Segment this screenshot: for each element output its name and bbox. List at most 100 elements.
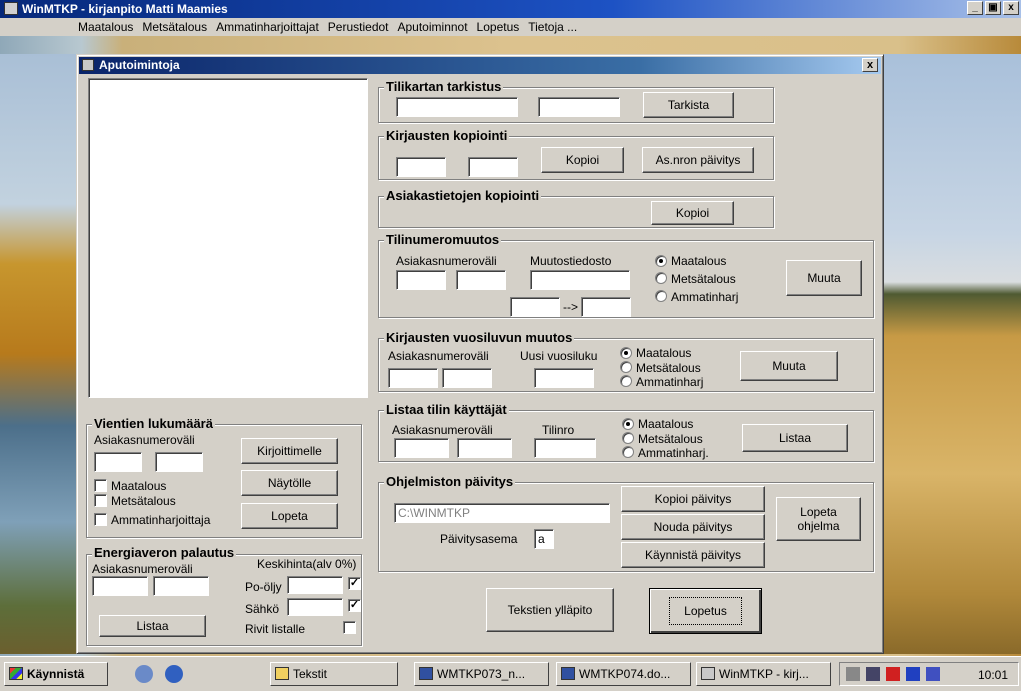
tilinumero-radio-maatalous-label: Maatalous xyxy=(671,254,727,268)
taskbar-item-winmtkp[interactable]: WinMTKP - kirj... xyxy=(696,662,831,686)
language-icon[interactable] xyxy=(906,667,920,681)
output-listbox[interactable] xyxy=(88,78,368,398)
listaa-range-to[interactable] xyxy=(457,438,512,458)
listaa-radio-metsatalous[interactable] xyxy=(622,432,634,444)
taskbar-item-wmtkp074[interactable]: WMTKP074.do... xyxy=(556,662,691,686)
muutostiedosto-label: Muutostiedosto xyxy=(530,254,612,268)
vientien-lopeta-button[interactable]: Lopeta xyxy=(241,503,338,529)
poljy-field[interactable] xyxy=(287,576,343,594)
vuosiluku-radio-metsatalous-label: Metsätalous xyxy=(636,361,701,375)
vuosiluku-radio-metsatalous[interactable] xyxy=(620,361,632,373)
tilikartta-field-2[interactable] xyxy=(538,97,620,117)
tilinumero-range-label: Asiakasnumeroväli xyxy=(396,254,497,268)
paivitys-legend: Ohjelmiston päivitys xyxy=(384,474,516,489)
antivirus-icon[interactable] xyxy=(886,667,900,681)
paivitys-path-field[interactable]: C:\WINMTKP xyxy=(394,503,610,523)
kirjaukset-kopioi-button[interactable]: Kopioi xyxy=(541,147,624,173)
quicklaunch-media-icon[interactable] xyxy=(165,665,183,683)
vuosiluku-radio-ammatinharj[interactable] xyxy=(620,375,632,387)
sahko-label: Sähkö xyxy=(245,602,280,616)
asnro-paivitys-button[interactable]: As.nron päivitys xyxy=(642,147,754,173)
taskbar-item-wmtkp073[interactable]: WMTKP073_n... xyxy=(414,662,549,686)
energia-listaa-button[interactable]: Listaa xyxy=(99,615,206,637)
taskbar: Käynnistä Tekstit WMTKP073_n... WMTKP074… xyxy=(0,656,1021,691)
naytolle-button[interactable]: Näytölle xyxy=(241,470,338,496)
sahko-field[interactable] xyxy=(287,598,343,616)
menu-ammatinharjoittajat[interactable]: Ammatinharjoittajat xyxy=(216,20,319,34)
quicklaunch-desktop-icon[interactable] xyxy=(135,665,153,683)
tilinumero-radio-maatalous[interactable] xyxy=(655,255,667,267)
vientien-check-maatalous[interactable] xyxy=(94,479,107,492)
app-icon xyxy=(4,2,18,15)
energia-range-label: Asiakasnumeroväli xyxy=(92,562,193,576)
kirjoittimelle-button[interactable]: Kirjoittimelle xyxy=(241,438,338,464)
tilikartta-field-1[interactable] xyxy=(396,97,518,117)
close-button[interactable]: x xyxy=(1003,1,1019,15)
energia-range-to[interactable] xyxy=(153,576,209,596)
menu-perustiedot[interactable]: Perustiedot xyxy=(328,20,389,34)
tilikartta-legend: Tilikartan tarkistus xyxy=(384,79,504,94)
menu-lopetus[interactable]: Lopetus xyxy=(477,20,520,34)
tilinro-field[interactable] xyxy=(534,438,596,458)
taskbar-item-wmtkp073-label: WMTKP073_n... xyxy=(437,667,526,681)
tekstien-yllapito-button[interactable]: Tekstien ylläpito xyxy=(486,588,614,632)
energia-range-from[interactable] xyxy=(92,576,148,596)
menu-metsatalous[interactable]: Metsätalous xyxy=(142,20,207,34)
start-button[interactable]: Käynnistä xyxy=(4,662,108,686)
tilinumero-new-field[interactable] xyxy=(581,297,631,317)
paivitysasema-field[interactable]: a xyxy=(534,529,554,549)
listaa-radio-metsatalous-label: Metsätalous xyxy=(638,432,703,446)
sahko-check[interactable]: ✓ xyxy=(348,599,361,612)
uusi-vuosiluku-field[interactable] xyxy=(534,368,594,388)
minimize-button[interactable]: _ xyxy=(967,1,983,15)
vuosiluku-range-from[interactable] xyxy=(388,368,438,388)
tilinumero-range-from[interactable] xyxy=(396,270,446,290)
vuosiluku-radio-maatalous[interactable] xyxy=(620,347,632,359)
vientien-range-to[interactable] xyxy=(155,452,203,472)
kaynnista-paivitys-button[interactable]: Käynnistä päivitys xyxy=(621,542,765,568)
maximize-button[interactable]: ▣ xyxy=(985,1,1001,15)
tilinumero-radio-metsatalous-label: Metsätalous xyxy=(671,272,736,286)
tilinumero-muuta-button[interactable]: Muuta xyxy=(786,260,862,296)
menu-maatalous[interactable]: Maatalous xyxy=(78,20,133,34)
listaa-range-from[interactable] xyxy=(394,438,449,458)
asiakas-kopioi-button[interactable]: Kopioi xyxy=(651,201,734,225)
listaa-radio-ammatinharj[interactable] xyxy=(622,446,634,458)
tilinro-label: Tilinro xyxy=(542,423,575,437)
kopiointi-from-field[interactable] xyxy=(396,157,446,177)
menu-tietoja[interactable]: Tietoja ... xyxy=(528,20,577,34)
listaa-radio-maatalous[interactable] xyxy=(622,418,634,430)
tarkista-button[interactable]: Tarkista xyxy=(643,92,734,118)
tilinumero-radio-ammatinharj[interactable] xyxy=(655,290,667,302)
kopiointi-to-field[interactable] xyxy=(468,157,518,177)
word-document-icon xyxy=(419,667,433,680)
vientien-check-ammatinharjoittaja[interactable] xyxy=(94,513,107,526)
vuosiluku-muuta-button[interactable]: Muuta xyxy=(740,351,838,381)
listaa-button[interactable]: Listaa xyxy=(742,424,848,452)
vientien-legend: Vientien lukumäärä xyxy=(92,416,215,431)
tilinumero-range-to[interactable] xyxy=(456,270,506,290)
muutostiedosto-field[interactable] xyxy=(530,270,630,290)
tilinumero-radio-metsatalous[interactable] xyxy=(655,272,667,284)
listaa-radio-ammatinharj-label: Ammatinharj. xyxy=(638,446,709,460)
dialog-close-button[interactable]: x xyxy=(862,58,878,72)
vuosiluku-range-to[interactable] xyxy=(442,368,492,388)
network-icon[interactable] xyxy=(866,667,880,681)
taskbar-item-tekstit[interactable]: Tekstit xyxy=(270,662,398,686)
tilinumero-old-field[interactable] xyxy=(510,297,560,317)
menu-aputoiminnot[interactable]: Aputoiminnot xyxy=(398,20,468,34)
vientien-range-from[interactable] xyxy=(94,452,142,472)
kopioi-paivitys-button[interactable]: Kopioi päivitys xyxy=(621,486,765,512)
lopeta-ohjelma-button[interactable]: Lopeta ohjelma xyxy=(776,497,861,541)
poljy-check[interactable]: ✓ xyxy=(348,577,361,590)
nouda-paivitys-button[interactable]: Nouda päivitys xyxy=(621,514,765,540)
kirjausten-kopiointi-legend: Kirjausten kopiointi xyxy=(384,128,510,143)
vientien-check-metsatalous[interactable] xyxy=(94,494,107,507)
lopetus-button[interactable]: Lopetus xyxy=(649,588,762,634)
listaa-radio-maatalous-label: Maatalous xyxy=(638,417,694,431)
update-icon[interactable] xyxy=(926,667,940,681)
windows-logo-icon xyxy=(9,667,23,680)
lopetus-button-label: Lopetus xyxy=(669,597,742,625)
volume-icon[interactable] xyxy=(846,667,860,681)
rivit-listalle-check[interactable] xyxy=(343,621,356,634)
